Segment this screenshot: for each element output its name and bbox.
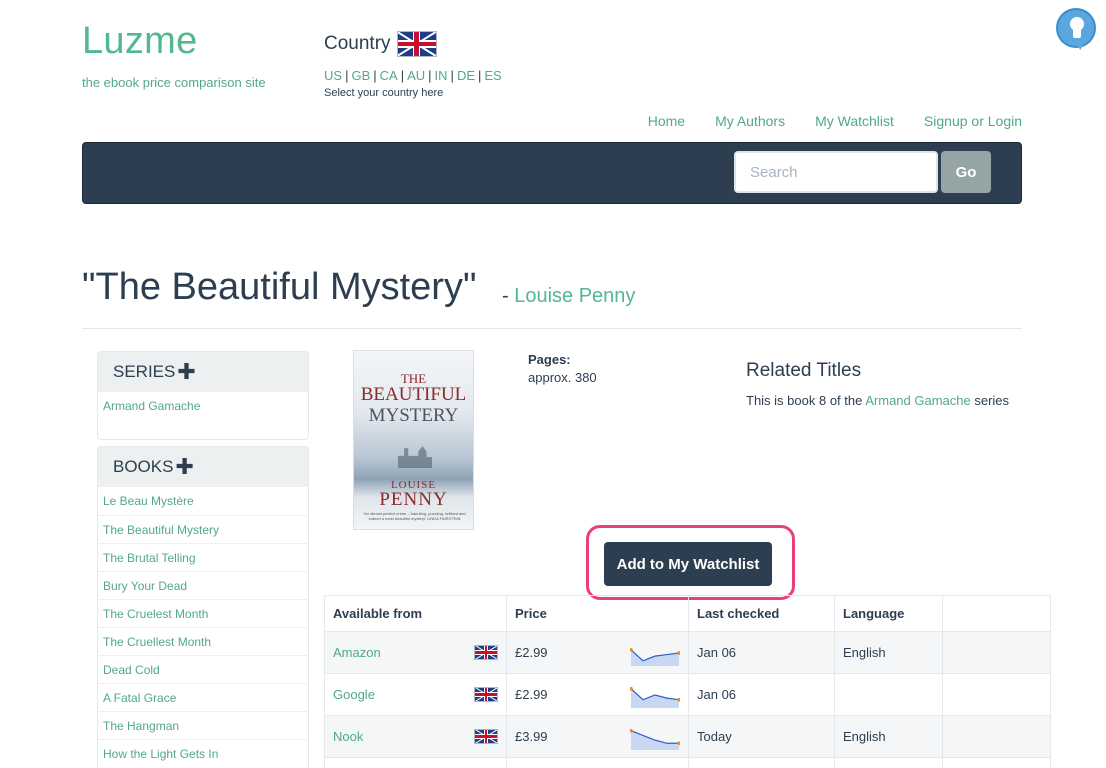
book-list-item: How the Light Gets In (98, 739, 308, 767)
language: English (834, 631, 943, 674)
page-title: "The Beautiful Mystery" (82, 266, 477, 308)
series-item-link[interactable]: Armand Gamache (103, 399, 200, 413)
series-panel-heading: SERIES ✚ (98, 352, 308, 392)
country-link-au[interactable]: AU (407, 68, 425, 83)
series-item: Armand Gamache (98, 392, 308, 420)
price-value: £2.99 (515, 687, 548, 702)
last-checked: Today (688, 715, 835, 758)
pages-label: Pages: (528, 352, 571, 367)
nav-signup-login[interactable]: Signup or Login (924, 113, 1022, 129)
book-list-item: The Beautiful Mystery (98, 515, 308, 543)
top-nav: Home My Authors My Watchlist Signup or L… (648, 113, 1022, 129)
country-link-in[interactable]: IN (435, 68, 448, 83)
sparkline-area (631, 649, 679, 666)
price-table: Available from Price Last checked Langua… (324, 595, 1051, 768)
country-selector-title: Country (324, 31, 437, 57)
country-hint: Select your country here (324, 87, 444, 99)
price-trend-sparkline (630, 686, 680, 708)
books-panel: BOOKS ✚ Le Beau Mystère The Beautiful Mys… (97, 446, 309, 768)
country-links: US | GB | CA | AU | IN | DE | ES (324, 68, 502, 83)
last-checked: Jan 06 (688, 673, 835, 716)
author-prefix: - (502, 285, 515, 307)
table-row: Amazon £2.99 Jan 06 English (324, 631, 1051, 674)
castle-illustration (398, 446, 432, 468)
book-cover-image: THE BEAUTIFUL MYSTERY LOUISE PENNY 'An a… (353, 350, 474, 530)
related-titles-text: This is book 8 of the Armand Gamache ser… (746, 393, 1010, 408)
search-navbar: Go (82, 142, 1022, 204)
col-price: Price (506, 595, 689, 632)
language (834, 673, 943, 716)
uk-flag-icon (396, 31, 437, 57)
store-link[interactable]: Amazon (333, 645, 381, 660)
last-checked: Jan 06 (688, 631, 835, 674)
author-line: - Louise Penny (502, 285, 635, 308)
price-value: £2.99 (515, 645, 548, 660)
plus-icon[interactable]: ✚ (177, 361, 195, 383)
pages-value: approx. 380 (528, 370, 597, 385)
site-tagline: the ebook price comparison site (82, 75, 266, 90)
col-last-checked: Last checked (688, 595, 835, 632)
plus-icon[interactable]: ✚ (175, 456, 193, 478)
table-row: Nook £3.99 Today English (324, 715, 1051, 758)
nav-home[interactable]: Home (648, 113, 685, 129)
book-list-item: A Fatal Grace (98, 683, 308, 711)
col-actions (942, 595, 1051, 632)
books-panel-heading: BOOKS ✚ (98, 447, 308, 487)
search-go-button[interactable]: Go (941, 151, 991, 193)
nav-my-authors[interactable]: My Authors (715, 113, 785, 129)
table-row: Google £2.99 Jan 06 (324, 673, 1051, 716)
price-trend-sparkline (630, 728, 680, 750)
book-list-item: Dead Cold (98, 655, 308, 683)
uk-flag-icon (474, 687, 498, 702)
col-language: Language (834, 595, 943, 632)
book-list-item: The Hangman (98, 711, 308, 739)
price-value: £3.99 (515, 729, 548, 744)
price-trend-sparkline (630, 647, 680, 666)
country-link-es[interactable]: ES (484, 68, 501, 83)
book-list-item: The Cruelest Month (98, 599, 308, 627)
table-row (324, 757, 1051, 768)
series-panel: SERIES ✚ Armand Gamache (97, 351, 309, 440)
book-list-item: The Cruellest Month (98, 627, 308, 655)
series-link[interactable]: Armand Gamache (865, 393, 971, 408)
country-label: Country (324, 33, 391, 54)
table-header-row: Available from Price Last checked Langua… (324, 595, 1051, 632)
store-link[interactable]: Nook (333, 729, 363, 744)
author-link[interactable]: Louise Penny (514, 285, 635, 307)
site-logo[interactable]: Luzme (82, 20, 198, 63)
book-list-item: Bury Your Dead (98, 571, 308, 599)
search-input[interactable] (734, 151, 938, 193)
uk-flag-icon (474, 645, 498, 660)
title-divider (82, 328, 1022, 329)
book-list-item: Le Beau Mystère (103, 494, 194, 508)
col-available-from: Available from (324, 595, 507, 632)
uk-flag-icon (474, 729, 498, 744)
related-titles-heading: Related Titles (746, 360, 862, 381)
country-link-gb[interactable]: GB (351, 68, 370, 83)
nav-my-watchlist[interactable]: My Watchlist (815, 113, 894, 129)
country-link-ca[interactable]: CA (380, 68, 398, 83)
country-link-de[interactable]: DE (457, 68, 475, 83)
language: English (834, 715, 943, 758)
store-link[interactable]: Google (333, 687, 375, 702)
country-link-us[interactable]: US (324, 68, 342, 83)
add-to-watchlist-button[interactable]: Add to My Watchlist (604, 542, 772, 586)
book-list-item: The Brutal Telling (98, 543, 308, 571)
